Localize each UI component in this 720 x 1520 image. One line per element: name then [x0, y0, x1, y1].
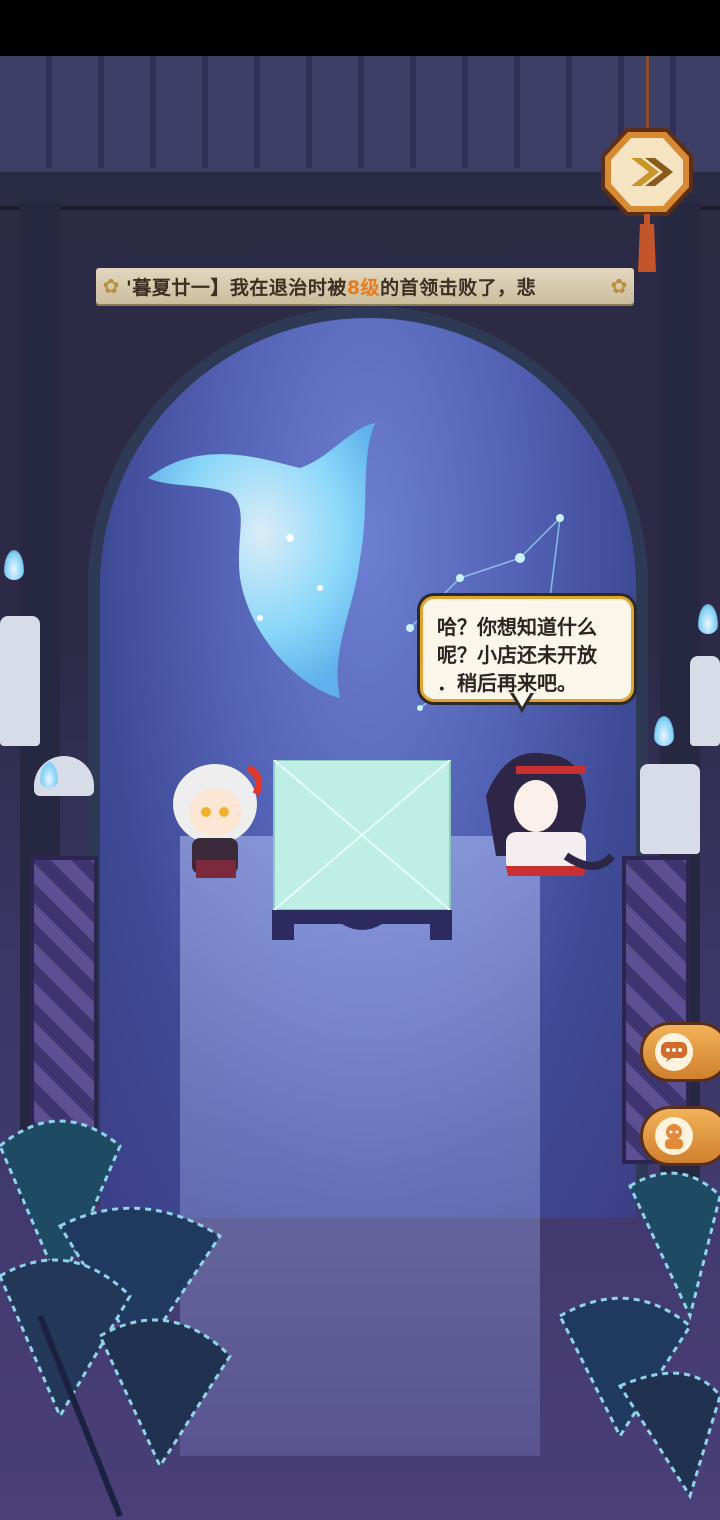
speech-line-2: 呢？小店还未开放: [437, 643, 597, 667]
npc-speech-bubble: 哈？你想知道什么 呢？小店还未开放 ．稍后再来吧。: [420, 596, 634, 702]
left-candle-tall: [0, 616, 40, 746]
status-bar: [0, 0, 720, 56]
news-highlight-level: 8级: [346, 276, 381, 299]
shop-counter[interactable]: [272, 760, 452, 940]
right-candle-flame-icon: [698, 604, 718, 634]
shop-button[interactable]: [640, 1106, 720, 1166]
chat-button[interactable]: [640, 1022, 720, 1082]
right-fan-plants: [558, 1171, 720, 1500]
tassel-decoration: [638, 214, 656, 272]
news-ticker-banner: ✿ '暮夏廿一】我在退治时被8级的首领击败了，悲 ✿: [96, 268, 634, 304]
player-character[interactable]: [160, 756, 270, 886]
next-button[interactable]: [601, 128, 693, 216]
left-fan-plants: [0, 1119, 232, 1518]
right-candle-short: [640, 764, 700, 854]
speech-line-1: 哈？你想知道什么: [437, 615, 597, 639]
right-candle-tall: [690, 656, 720, 746]
chat-bubble-icon: [655, 1033, 693, 1071]
shopkeeper-character[interactable]: [466, 736, 616, 886]
news-suffix: 的首领击败了，悲: [380, 276, 537, 299]
constellation-fish-icon: [148, 423, 375, 698]
hanging-rope: [646, 56, 649, 136]
flower-icon: ✿: [102, 274, 120, 298]
flower-icon: ✿: [610, 274, 628, 298]
speech-bubble-tail-inner: [513, 692, 531, 707]
shop-character-icon: [655, 1117, 693, 1155]
news-prefix: '暮夏廿一】我在退治时被: [126, 276, 347, 299]
news-ticker-text: '暮夏廿一】我在退治时被8级的首领击败了，悲: [126, 273, 604, 300]
